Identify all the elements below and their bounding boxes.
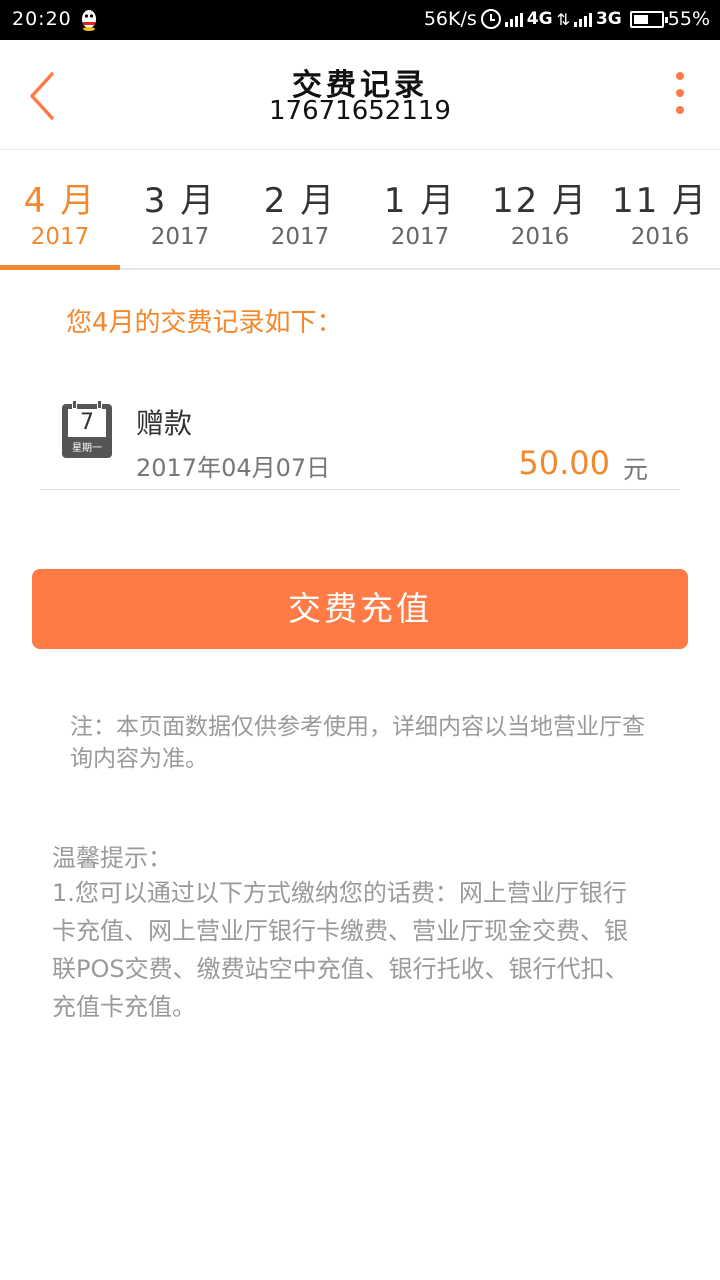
recharge-button[interactable]: 交费充值 — [32, 569, 688, 649]
tab-2017-02[interactable]: 2 月 2017 — [240, 151, 360, 268]
tab-month-label: 2 月 — [263, 181, 337, 221]
tab-month-label: 4 月 — [23, 181, 97, 221]
signal-icon-2 — [573, 11, 592, 27]
alarm-icon — [480, 9, 501, 29]
tab-2017-03[interactable]: 3 月 2017 — [120, 151, 240, 268]
tips-heading: 温馨提示： — [52, 844, 172, 872]
net-speed: 56K/s — [423, 8, 477, 30]
tab-year-label: 2016 — [630, 224, 690, 250]
status-bar: 20:20 56K/s 4G ⇅ 3G 55% — [0, 0, 720, 40]
tab-2017-01[interactable]: 1 月 2017 — [360, 151, 480, 268]
app-header: 交费记录 17671652119 — [0, 40, 720, 150]
status-icons: 56K/s 4G ⇅ 3G 55% — [424, 8, 710, 30]
tab-month-label: 3 月 — [143, 181, 217, 221]
signal-icon — [504, 11, 523, 27]
tab-year-label: 2017 — [270, 224, 330, 250]
tab-year-label: 2017 — [30, 224, 90, 250]
tips-body: 1.您可以通过以下方式缴纳您的话费：网上营业厅银行卡充值、网上营业厅银行卡缴费、… — [52, 879, 629, 1021]
records-intro: 您4月的交费记录如下： — [66, 308, 343, 338]
calendar-weekday: 星期一 — [72, 443, 102, 454]
tab-year-label: 2017 — [150, 224, 210, 250]
battery-icon — [629, 10, 668, 28]
tab-month-label: 11 月 — [611, 181, 709, 221]
more-options-icon[interactable] — [670, 72, 690, 122]
tab-year-label: 2017 — [390, 224, 450, 250]
month-tabs: 4 月 2017 3 月 2017 2 月 2017 1 月 2017 12 月… — [0, 151, 720, 270]
tab-year-label: 2016 — [510, 224, 570, 250]
qq-penguin-icon — [82, 10, 96, 31]
tab-2016-11[interactable]: 11 月 2016 — [600, 151, 720, 268]
record-type: 赠款 — [136, 407, 193, 440]
network-type-2: 3G — [595, 9, 622, 29]
tab-2017-04[interactable]: 4 月 2017 — [0, 151, 120, 270]
phone-number: 17671652119 — [269, 96, 451, 126]
tab-month-label: 1 月 — [383, 181, 457, 221]
record-amount: 50.00 — [518, 444, 610, 482]
record-date: 2017年04月07日 — [136, 454, 331, 482]
record-unit: 元 — [622, 455, 648, 484]
tab-2016-12[interactable]: 12 月 2016 — [480, 151, 600, 268]
calendar-icon: 7 星期一 — [62, 400, 112, 458]
calendar-day: 7 — [68, 409, 106, 437]
data-transfer-icon: ⇅ — [556, 9, 570, 29]
disclaimer-note: 注：本页面数据仅供参考使用，详细内容以当地营业厅查询内容为准。 — [70, 714, 645, 772]
status-time: 20:20 — [12, 8, 72, 30]
network-type-1: 4G — [526, 9, 553, 29]
battery-percent: 55% — [667, 8, 710, 30]
payment-record-item[interactable]: 7 星期一 赠款 2017年04月07日 50.00 元 — [40, 380, 680, 490]
tab-month-label: 12 月 — [491, 181, 589, 221]
